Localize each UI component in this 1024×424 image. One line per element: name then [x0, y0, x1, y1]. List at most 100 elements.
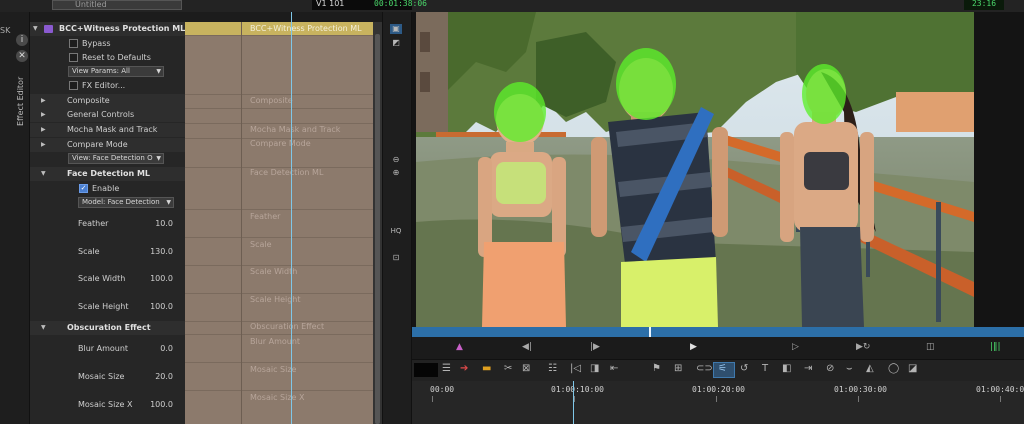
param-row[interactable]: Scale Height 100.0 [30, 300, 185, 314]
motion-icon[interactable]: ↺ [740, 363, 748, 374]
param-row[interactable]: Mosaic Size X 100.0 [30, 398, 185, 412]
lane-label: Mosaic Size X [250, 393, 305, 402]
lanes-scrollbar-thumb[interactable] [375, 34, 380, 424]
group-mocha[interactable]: ▶ Mocha Mask and Track [30, 123, 185, 137]
timeline-playhead[interactable] [573, 381, 574, 424]
split-view-icon[interactable]: ◫ [926, 342, 935, 352]
collapse-triangle-icon[interactable]: ▼ [41, 167, 46, 181]
hq-toggle[interactable]: HQ [390, 226, 402, 236]
param-row[interactable]: Mosaic Size 20.0 [30, 370, 185, 384]
param-value[interactable]: 10.0 [155, 217, 173, 231]
master-timecode: 00:01:38:06 [374, 0, 427, 8]
group-general-controls[interactable]: ▶ General Controls [30, 108, 185, 122]
expand-triangle-icon[interactable]: ▶ [41, 94, 46, 108]
lane-label: Scale Height [250, 295, 301, 304]
extract-icon[interactable]: ▬ [482, 363, 491, 374]
enable-row[interactable]: ✓ Enable [30, 182, 185, 196]
audio-meter-icon[interactable]: |‖| [990, 342, 1001, 352]
group-composite[interactable]: ▶ Composite [30, 94, 185, 108]
trim-icon[interactable]: ⇤ [610, 363, 618, 374]
next-edit-icon[interactable]: ▷ [792, 342, 799, 352]
param-value[interactable]: 20.0 [155, 370, 173, 384]
group-face-detection[interactable]: ▼ Face Detection ML [30, 167, 185, 181]
curve-icon[interactable]: ⌣ [846, 363, 853, 374]
effect-editor-tab[interactable]: Effect Editor [16, 76, 28, 126]
grid-view-icon[interactable]: ▣ [390, 24, 402, 34]
param-value[interactable]: 100.0 [150, 272, 173, 286]
step-back-icon[interactable]: ◀| [522, 342, 532, 352]
compare-view-dropdown[interactable]: View: Face Detection O ▼ [68, 153, 164, 164]
bypass-checkbox[interactable] [69, 39, 78, 48]
lane-separator [185, 265, 373, 266]
group-composite-label: Composite [67, 96, 110, 105]
more-icon[interactable]: ◪ [908, 363, 917, 374]
overwrite-icon[interactable]: ⊠ [522, 363, 530, 374]
sequence-dropdown[interactable]: Untitled [52, 0, 182, 10]
model-dropdown[interactable]: Model: Face Detection ▼ [78, 197, 174, 208]
effect-lane-label: BCC+Witness Protection ML [250, 24, 362, 33]
group-compare[interactable]: ▶ Compare Mode [30, 138, 185, 152]
reset-row[interactable]: Reset to Defaults [30, 51, 185, 65]
flag-icon[interactable]: ⚑ [652, 363, 661, 374]
zoom-out-icon[interactable]: ⊖ [390, 155, 402, 165]
lane-label: Compare Mode [250, 139, 311, 148]
reset-checkbox[interactable] [69, 53, 78, 62]
scrub-bar[interactable] [412, 327, 1024, 337]
effect-playhead[interactable] [291, 12, 292, 424]
razor-icon[interactable]: ✂ [504, 363, 512, 374]
render-icon[interactable]: ⊞ [674, 363, 682, 374]
step-forward-icon[interactable]: |▶ [590, 342, 600, 352]
effect-mode-icon: ⚟ [718, 363, 727, 374]
scrub-position-marker[interactable] [649, 327, 651, 337]
keyframe-lanes[interactable] [185, 22, 373, 424]
video-viewer[interactable] [416, 12, 974, 327]
timeline-timecode-field[interactable] [414, 363, 438, 377]
collapse-triangle-icon[interactable]: ▼ [33, 22, 38, 36]
lift-icon[interactable]: ➔ [460, 363, 468, 374]
mask-icon[interactable]: ◧ [782, 363, 791, 374]
param-row[interactable]: Scale 130.0 [30, 245, 185, 259]
view-params-value: View Params: All [72, 67, 130, 75]
overlay-icon[interactable]: ◩ [390, 38, 402, 48]
param-row[interactable]: Scale Width 100.0 [30, 272, 185, 286]
param-value[interactable]: 100.0 [150, 398, 173, 412]
menu-icon[interactable]: ☰ [442, 363, 451, 374]
expand-triangle-icon[interactable]: ▶ [41, 108, 46, 122]
expand-triangle-icon[interactable]: ▶ [41, 138, 46, 152]
color-icon[interactable]: ◭ [866, 363, 874, 374]
lane-separator [185, 209, 373, 210]
effect-header-row[interactable]: ▼ BCC+Witness Protection ML [30, 22, 185, 36]
close-icon[interactable]: ✕ [16, 50, 28, 62]
ruler-tick [574, 396, 575, 402]
safe-area-icon[interactable]: ⊡ [390, 253, 402, 263]
list-icon[interactable]: ☷ [548, 363, 557, 374]
param-row[interactable]: Blur Amount 0.0 [30, 342, 185, 356]
link-icon[interactable]: ⊂⊃ [696, 363, 713, 374]
bypass-row[interactable]: Bypass [30, 37, 185, 51]
enable-checkbox[interactable]: ✓ [79, 184, 88, 193]
play-icon[interactable]: ▶ [690, 342, 697, 352]
view-params-dropdown[interactable]: View Params: All ▼ [68, 66, 164, 77]
fx-editor-row[interactable]: FX Editor... [30, 79, 185, 93]
expand-triangle-icon[interactable]: ▶ [41, 123, 46, 137]
mark-in-icon[interactable]: ▲ [456, 342, 463, 352]
bypass-label: Bypass [82, 39, 111, 48]
text-icon[interactable]: T [762, 363, 768, 374]
collapse-triangle-icon[interactable]: ▼ [41, 321, 46, 335]
param-value[interactable]: 100.0 [150, 300, 173, 314]
param-value[interactable]: 0.0 [160, 342, 173, 356]
effect-fx-icon [44, 25, 53, 33]
param-row[interactable]: Feather 10.0 [30, 217, 185, 231]
zoom-in-icon[interactable]: ⊕ [390, 168, 402, 178]
collapse-track-icon[interactable]: ⇥ [804, 363, 812, 374]
disable-icon[interactable]: ⊘ [826, 363, 834, 374]
param-value[interactable]: 130.0 [150, 245, 173, 259]
fx-editor-checkbox[interactable] [69, 81, 78, 90]
circle-icon[interactable]: ◯ [888, 363, 899, 374]
group-face-label: Face Detection ML [67, 169, 151, 178]
group-obscuration[interactable]: ▼ Obscuration Effect [30, 321, 185, 335]
clip-icon[interactable]: ◨ [590, 363, 599, 374]
splice-icon[interactable]: |◁ [570, 363, 581, 374]
loop-icon[interactable]: ▶↻ [856, 342, 870, 352]
info-icon[interactable]: i [16, 34, 28, 46]
